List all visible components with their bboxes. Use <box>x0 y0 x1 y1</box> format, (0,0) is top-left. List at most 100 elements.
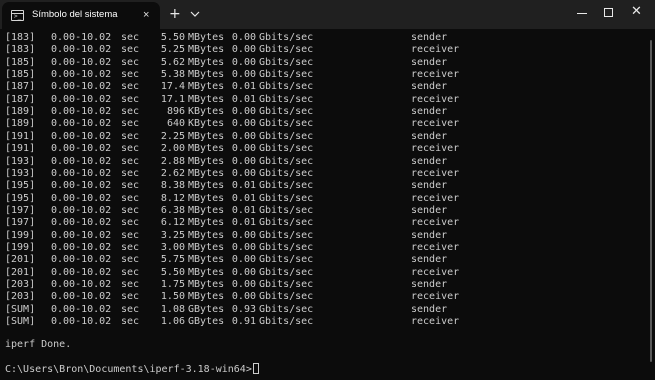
minimize-icon[interactable] <box>577 13 587 14</box>
row-time-unit: sec <box>121 81 140 93</box>
row-interval: 0.00-10.02 <box>51 44 112 56</box>
row-bitrate: 0.00 <box>231 56 256 68</box>
row-role: receiver <box>411 217 460 229</box>
row-id: [SUM] <box>5 303 36 315</box>
row-bitrate: 0.01 <box>231 81 256 93</box>
row-bitrate: 0.00 <box>231 155 256 167</box>
scrollbar[interactable] <box>650 40 652 362</box>
row-role: sender <box>411 32 448 43</box>
row-bitrate-unit: Gbits/sec <box>259 130 314 142</box>
row-bitrate-unit: Gbits/sec <box>259 93 314 105</box>
row-transfer-unit: MBytes <box>188 155 225 167</box>
row-bitrate: 0.00 <box>231 130 256 142</box>
row-transfer: 5.50 <box>160 266 185 278</box>
row-id: [201] <box>5 254 36 266</box>
row-interval: 0.00-10.02 <box>51 56 112 68</box>
row-id: [189] <box>5 118 36 130</box>
row-time-unit: sec <box>121 303 140 315</box>
row-transfer-unit: MBytes <box>188 44 225 56</box>
done-message: iperf Done. <box>5 339 72 350</box>
row-id: [183] <box>5 32 36 43</box>
row-bitrate: 0.00 <box>231 69 256 81</box>
row-bitrate: 0.01 <box>231 180 256 192</box>
row-interval: 0.00-10.02 <box>51 217 112 229</box>
row-bitrate-unit: Gbits/sec <box>259 118 314 130</box>
tab-title: Símbolo del sistema <box>32 9 118 20</box>
row-role: receiver <box>411 316 460 328</box>
row-role: sender <box>411 204 448 216</box>
row-bitrate: 0.00 <box>231 118 256 130</box>
terminal-icon: >_ <box>11 10 24 21</box>
row-interval: 0.00-10.02 <box>51 279 112 290</box>
row-id: [203] <box>5 279 36 290</box>
chevron-down-icon[interactable] <box>189 8 201 20</box>
row-transfer: 17.4 <box>160 81 185 93</box>
row-id: [197] <box>5 217 36 229</box>
row-interval: 0.00-10.02 <box>51 254 112 266</box>
row-transfer-unit: MBytes <box>188 229 225 241</box>
row-interval: 0.00-10.02 <box>51 316 112 328</box>
row-time-unit: sec <box>121 44 140 56</box>
row-role: sender <box>411 106 448 118</box>
row-role: sender <box>411 130 448 142</box>
row-bitrate-unit: Gbits/sec <box>259 69 314 81</box>
row-bitrate-unit: Gbits/sec <box>259 241 314 253</box>
row-id: [197] <box>5 204 36 216</box>
row-transfer-unit: MBytes <box>188 254 225 266</box>
close-tab-icon[interactable]: × <box>143 8 149 22</box>
row-interval: 0.00-10.02 <box>51 229 112 241</box>
row-transfer-unit: MBytes <box>188 93 225 105</box>
row-transfer-unit: MBytes <box>188 291 225 303</box>
title-bar: >_ Símbolo del sistema × + ✕ <box>0 0 655 29</box>
row-bitrate-unit: Gbits/sec <box>259 254 314 266</box>
row-bitrate: 0.00 <box>231 279 256 290</box>
row-id: [201] <box>5 266 36 278</box>
row-transfer: 8.12 <box>160 192 185 204</box>
row-id: [193] <box>5 155 36 167</box>
row-transfer: 2.25 <box>160 130 185 142</box>
terminal-output[interactable]: iperf Done. C:\Users\Bron\Documents\iper… <box>0 29 655 380</box>
row-transfer-unit: MBytes <box>188 56 225 68</box>
command-prompt[interactable]: C:\Users\Bron\Documents\iperf-3.18-win64… <box>5 363 259 376</box>
row-id: [189] <box>5 106 36 118</box>
row-bitrate: 0.00 <box>231 32 256 43</box>
row-time-unit: sec <box>121 56 140 68</box>
row-transfer-unit: MBytes <box>188 204 225 216</box>
row-transfer: 6.38 <box>160 204 185 216</box>
maximize-icon[interactable] <box>604 8 613 17</box>
row-interval: 0.00-10.02 <box>51 167 112 179</box>
row-transfer: 2.00 <box>160 143 185 155</box>
row-role: sender <box>411 254 448 266</box>
row-transfer-unit: MBytes <box>188 217 225 229</box>
row-transfer: 5.38 <box>160 69 185 81</box>
row-interval: 0.00-10.02 <box>51 130 112 142</box>
row-transfer-unit: MBytes <box>188 81 225 93</box>
row-time-unit: sec <box>121 316 140 328</box>
close-window-icon[interactable]: ✕ <box>631 4 642 20</box>
row-interval: 0.00-10.02 <box>51 106 112 118</box>
row-time-unit: sec <box>121 155 140 167</box>
row-id: [183] <box>5 44 36 56</box>
row-time-unit: sec <box>121 254 140 266</box>
row-transfer-unit: MBytes <box>188 167 225 179</box>
terminal-tab[interactable]: >_ Símbolo del sistema × <box>2 2 160 29</box>
row-interval: 0.00-10.02 <box>51 180 112 192</box>
row-bitrate-unit: Gbits/sec <box>259 303 314 315</box>
prompt-text: C:\Users\Bron\Documents\iperf-3.18-win64… <box>5 364 252 375</box>
row-bitrate-unit: Gbits/sec <box>259 44 314 56</box>
row-role: receiver <box>411 241 460 253</box>
text-cursor <box>252 363 259 374</box>
row-interval: 0.00-10.02 <box>51 303 112 315</box>
row-role: sender <box>411 279 448 290</box>
row-interval: 0.00-10.02 <box>51 192 112 204</box>
row-bitrate: 0.01 <box>231 217 256 229</box>
row-role: receiver <box>411 69 460 81</box>
row-bitrate-unit: Gbits/sec <box>259 192 314 204</box>
new-tab-button[interactable]: + <box>169 6 181 22</box>
row-id: [195] <box>5 192 36 204</box>
row-time-unit: sec <box>121 32 140 43</box>
row-bitrate-unit: Gbits/sec <box>259 143 314 155</box>
row-bitrate-unit: Gbits/sec <box>259 316 314 328</box>
row-id: [199] <box>5 229 36 241</box>
row-transfer-unit: MBytes <box>188 143 225 155</box>
